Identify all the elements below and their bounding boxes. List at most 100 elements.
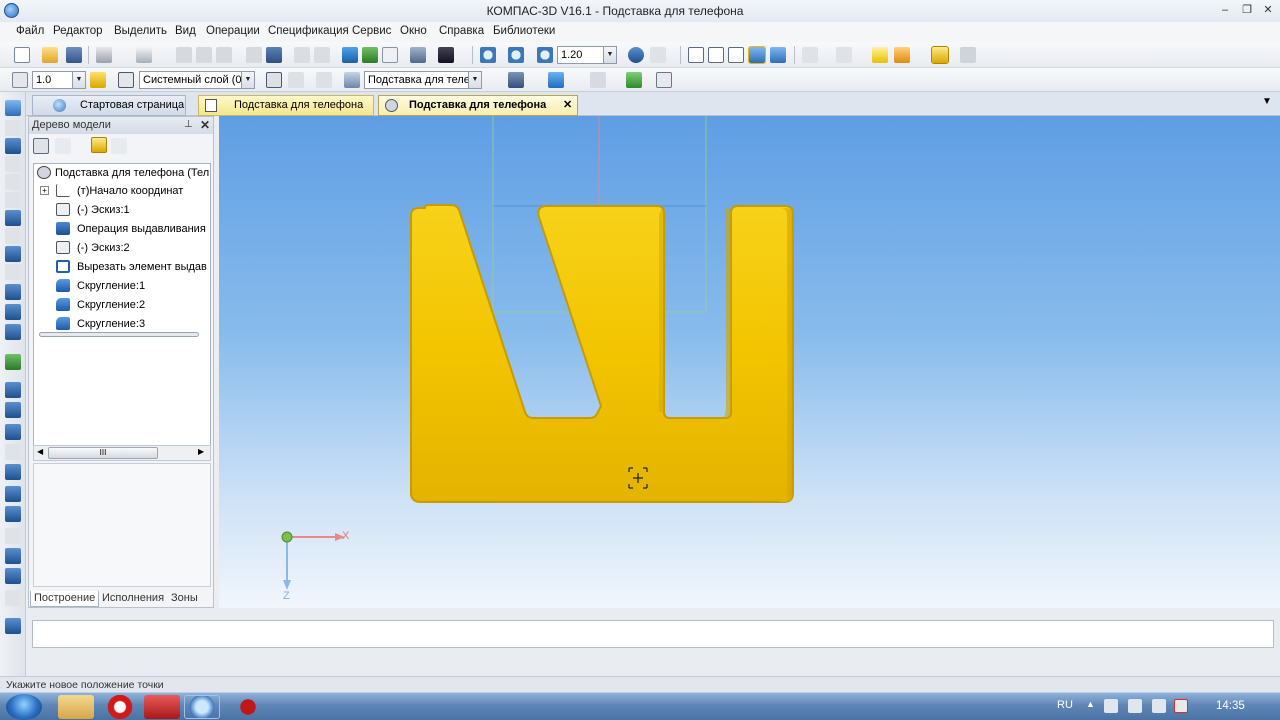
menu-service[interactable]: Сервис [352, 25, 391, 37]
sketch-tool-icon[interactable] [5, 120, 21, 136]
minimize-button[interactable]: – [1216, 3, 1234, 17]
document-combo[interactable]: Подставка для теле ▼ [364, 71, 482, 89]
component-icon[interactable] [872, 47, 888, 63]
orientation-icon[interactable] [508, 72, 524, 88]
properties-bar[interactable] [32, 620, 1274, 648]
hidden-lines-icon[interactable] [708, 47, 724, 63]
dimensions-icon[interactable] [5, 156, 21, 172]
scale-combo[interactable]: 1.0 ▼ [32, 71, 86, 89]
elements-icon[interactable] [5, 444, 21, 460]
chevron-down-icon[interactable]: ▼ [603, 47, 616, 63]
surfaces-icon[interactable] [5, 304, 21, 320]
tree-item-extrude[interactable]: Операция выдавливания [34, 220, 210, 238]
phone-stand-model[interactable] [410, 204, 794, 503]
copy-icon[interactable] [196, 47, 212, 63]
fx-icon[interactable] [382, 47, 398, 63]
undo-icon[interactable] [294, 47, 310, 63]
pan-icon[interactable] [650, 47, 666, 63]
expand-icon[interactable]: + [40, 186, 49, 195]
tree-structure-icon[interactable] [55, 138, 71, 154]
measure-tool-icon[interactable] [5, 264, 21, 280]
help-pointer-icon[interactable] [438, 47, 454, 63]
volume-icon[interactable] [1128, 699, 1142, 713]
scroll-right-icon[interactable]: ▶ [198, 447, 204, 456]
opera-taskbar-icon[interactable] [102, 695, 138, 719]
grid-icon[interactable] [12, 72, 28, 88]
cut-icon[interactable] [176, 47, 192, 63]
menu-specification[interactable]: Спецификация [268, 25, 349, 37]
save-icon[interactable] [66, 47, 82, 63]
kompas-taskbar-icon[interactable] [184, 695, 220, 719]
variables-icon[interactable] [362, 47, 378, 63]
action-center-icon[interactable] [1174, 699, 1188, 713]
horizontal-scrollbar[interactable]: ◀ III ▶ [33, 445, 211, 461]
new-file-icon[interactable] [14, 47, 30, 63]
menu-operations[interactable]: Операции [206, 25, 260, 37]
designations-icon[interactable] [5, 192, 21, 208]
settings-icon[interactable] [960, 47, 976, 63]
start-button[interactable] [6, 694, 42, 720]
network-icon[interactable] [1104, 699, 1118, 713]
assembly-icon[interactable] [5, 548, 21, 564]
tree-item-cut-extrude[interactable]: Вырезать элемент выдав [34, 258, 210, 276]
mates-icon[interactable] [5, 568, 21, 584]
orto-icon[interactable] [90, 72, 106, 88]
properties-icon[interactable] [246, 47, 262, 63]
language-indicator[interactable]: RU [1057, 699, 1073, 711]
player-taskbar-icon[interactable] [144, 695, 180, 719]
clock[interactable]: 14:35 [1216, 700, 1245, 712]
tree-item-origin[interactable]: + (т)Начало координат [34, 182, 210, 200]
perspective-icon[interactable] [590, 72, 606, 88]
views-icon[interactable] [5, 246, 21, 262]
reports-icon[interactable] [5, 424, 21, 440]
edit-tool-icon[interactable] [5, 228, 21, 244]
tab-executions[interactable]: Исполнения [99, 591, 167, 607]
menu-window[interactable]: Окно [400, 25, 427, 37]
point-icon[interactable] [316, 72, 332, 88]
menu-view[interactable]: Вид [175, 25, 196, 37]
text-icon[interactable] [656, 72, 672, 88]
select-filter-icon[interactable] [836, 47, 852, 63]
arrays-icon[interactable] [5, 324, 21, 340]
menu-file[interactable]: Файл [16, 25, 44, 37]
tray-expand-icon[interactable]: ▲ [1086, 699, 1095, 709]
thin-hidden-icon[interactable] [728, 47, 744, 63]
section-icon[interactable] [5, 506, 21, 522]
tree-mode-icon[interactable] [91, 137, 107, 153]
display-icon[interactable] [548, 72, 564, 88]
paste-icon[interactable] [216, 47, 232, 63]
zoom-window-icon[interactable] [480, 47, 496, 63]
tab-part-1[interactable]: Подставка для телефона [198, 95, 374, 116]
menu-help[interactable]: Справка [439, 25, 484, 37]
edit-component-icon[interactable] [344, 72, 360, 88]
print-preview-icon[interactable] [136, 47, 152, 63]
extrude-tool-icon[interactable] [5, 284, 21, 300]
tree-item-sketch-2[interactable]: (-) Эскиз:2 [34, 239, 210, 257]
sheet-metal-icon[interactable] [5, 382, 21, 398]
cube-icon[interactable] [5, 486, 21, 502]
spec-icon[interactable] [5, 402, 21, 418]
scroll-left-icon[interactable]: ◀ [37, 447, 43, 456]
tree-item-root[interactable]: Подставка для телефона (Тел [34, 164, 210, 182]
rotate-icon[interactable] [628, 47, 644, 63]
rebuild-icon[interactable] [626, 72, 642, 88]
3d-viewport[interactable]: X Z [219, 116, 1280, 608]
redo-icon[interactable] [314, 47, 330, 63]
wireframe-icon[interactable] [688, 47, 704, 63]
close-icon[interactable]: ✕ [200, 118, 210, 132]
close-button[interactable]: ✕ [1259, 3, 1277, 17]
color-icon[interactable] [894, 47, 910, 63]
recorder-taskbar-icon[interactable] [230, 695, 266, 719]
chevron-down-icon[interactable]: ▼ [468, 72, 481, 88]
menu-edit[interactable]: Редактор [53, 25, 103, 37]
zoom-in-icon[interactable] [537, 47, 553, 63]
tree-item-fillet-1[interactable]: Скругление:1 [34, 277, 210, 295]
tree-view-icon[interactable] [33, 138, 49, 154]
check-icon[interactable] [5, 590, 21, 606]
measure-icon[interactable] [410, 47, 426, 63]
zoom-combo[interactable]: 1.20 ▼ [557, 46, 617, 64]
document-icon[interactable] [266, 47, 282, 63]
manager-icon[interactable] [342, 47, 358, 63]
tree-item-fillet-3[interactable]: Скругление:3 [34, 315, 210, 333]
aux-geometry-icon[interactable] [5, 354, 21, 370]
